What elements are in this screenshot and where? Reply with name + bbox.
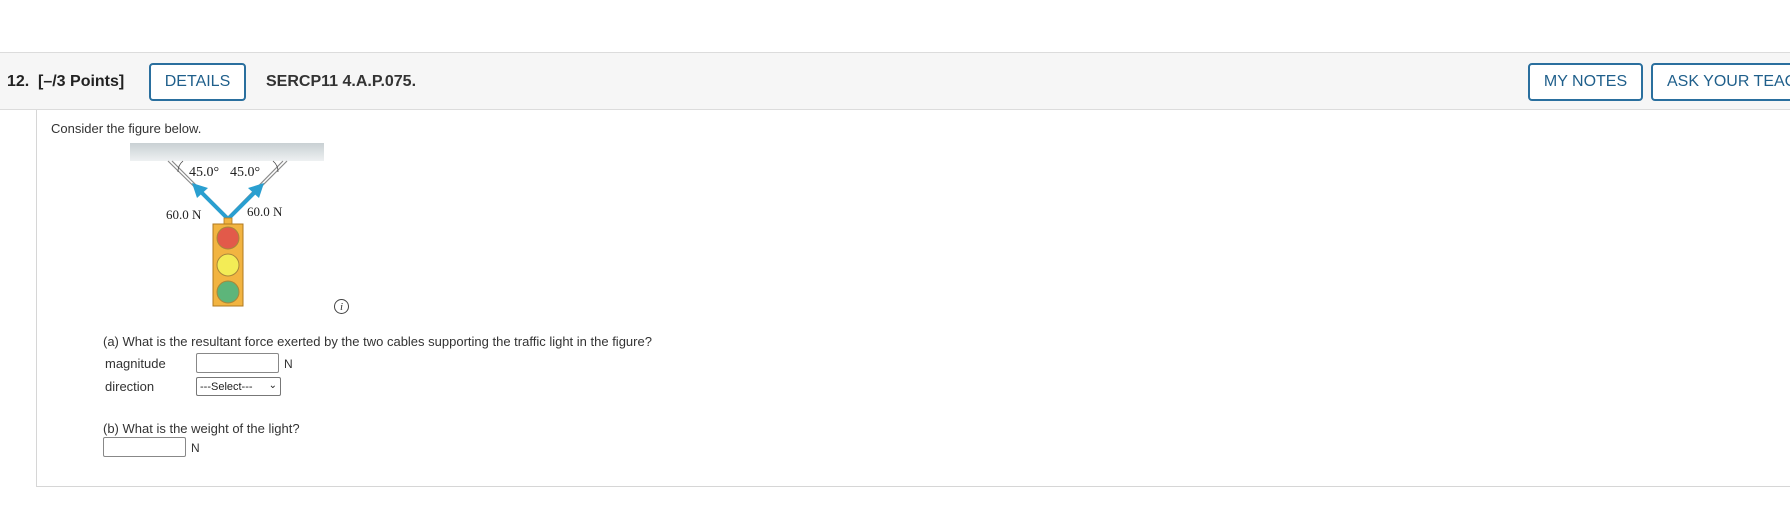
red-lamp (216, 226, 240, 250)
weight-input[interactable] (103, 437, 186, 457)
part-a-question: (a) What is the resultant force exerted … (103, 334, 652, 349)
question-points: [–/3 Points] (38, 73, 125, 90)
chevron-down-icon: ⌄ (268, 380, 277, 391)
ask-teacher-button[interactable]: ASK YOUR TEAC (1651, 63, 1790, 101)
force-label-left: 60.0 N (166, 207, 202, 222)
magnitude-input[interactable] (196, 353, 279, 373)
green-lamp (216, 280, 240, 304)
question-code: SERCP11 4.A.P.075. (266, 73, 417, 90)
my-notes-button[interactable]: MY NOTES (1528, 63, 1643, 101)
angle-label-right: 45.0° (230, 165, 260, 180)
direction-selected-value: ---Select--- (200, 380, 253, 393)
info-icon[interactable]: i (334, 299, 349, 314)
magnitude-label: magnitude (105, 356, 166, 371)
magnitude-unit: N (284, 357, 293, 371)
weight-unit: N (191, 441, 200, 455)
question-number: 12. (7, 73, 30, 90)
intro-text: Consider the figure below. (51, 121, 202, 136)
angle-label-left: 45.0° (189, 165, 219, 180)
force-label-right: 60.0 N (247, 204, 283, 219)
question-header: 12. [–/3 Points] DETAILS SERCP11 4.A.P.0… (0, 52, 1790, 110)
details-button[interactable]: DETAILS (149, 63, 246, 101)
ceiling-beam (130, 143, 324, 161)
light-hanger (223, 217, 233, 225)
direction-select[interactable]: ---Select--- ⌄ (196, 377, 281, 396)
yellow-lamp (216, 253, 240, 277)
traffic-light-figure: 45.0° 45.0° 60.0 N 60.0 N (130, 143, 324, 307)
angle-arc-left (177, 160, 184, 173)
part-b-question: (b) What is the weight of the light? (103, 421, 300, 436)
direction-label: direction (105, 379, 155, 394)
